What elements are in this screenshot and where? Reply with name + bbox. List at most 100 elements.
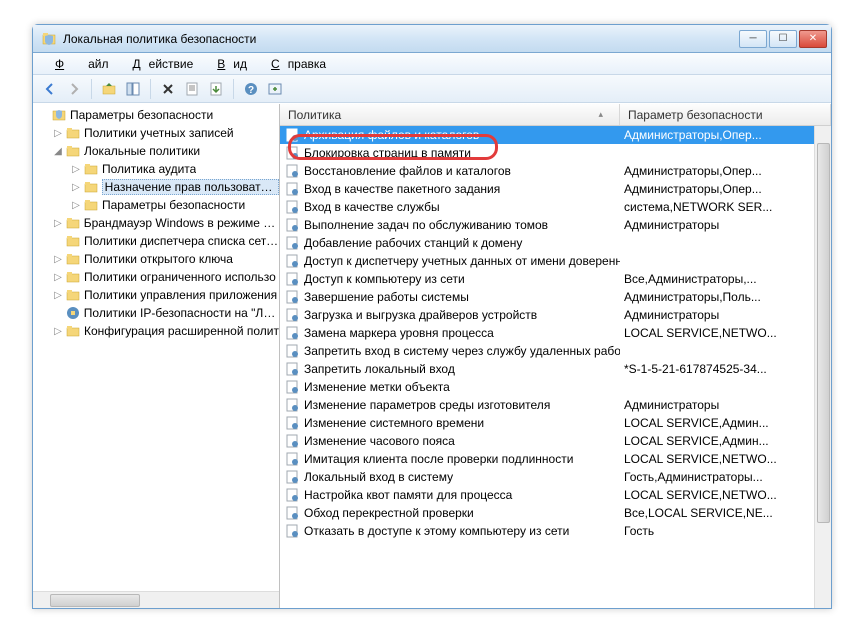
policy-row[interactable]: Восстановление файлов и каталоговАдминис… [280,162,831,180]
policy-row[interactable]: Изменение часового поясаLOCAL SERVICE,Ад… [280,432,831,450]
policy-row[interactable]: Замена маркера уровня процессаLOCAL SERV… [280,324,831,342]
folder-icon [65,251,81,267]
policy-name: Добавление рабочих станций к домену [304,236,522,250]
policy-value: Администраторы [620,398,831,412]
shield-icon [51,107,67,123]
column-policy[interactable]: Политика ▴ [280,104,620,125]
policy-row[interactable]: Доступ к компьютеру из сетиВсе,Администр… [280,270,831,288]
menu-help[interactable]: Справка [255,55,334,73]
policy-row[interactable]: Изменение метки объекта [280,378,831,396]
tree-item[interactable]: ▷Конфигурация расширенной полит [33,322,279,340]
policy-row[interactable]: Блокировка страниц в памяти [280,144,831,162]
tree-item[interactable]: ▷ Назначение прав пользователя [33,178,279,196]
policy-name: Блокировка страниц в памяти [304,146,471,160]
tree-item-label: Параметры безопасности [102,198,245,212]
properties-button[interactable] [181,78,203,100]
tree-item[interactable]: ▷Политики учетных записей [33,124,279,142]
policy-row[interactable]: Выполнение задач по обслуживанию томовАд… [280,216,831,234]
tree-item[interactable]: ▷ Политики открытого ключа [33,250,279,268]
delete-button[interactable] [157,78,179,100]
expander-icon[interactable]: ▷ [51,254,65,265]
toolbar: ? [33,75,831,103]
menu-action[interactable]: Действие [117,55,202,73]
list-vscrollbar[interactable] [814,126,831,608]
tree-hscrollbar[interactable] [33,591,279,608]
policy-row[interactable]: Запретить локальный вход*S-1-5-21-617874… [280,360,831,378]
policy-icon [284,199,300,215]
expander-icon[interactable]: ▷ [69,164,83,175]
tree-item[interactable]: ▷ Параметры безопасности [33,196,279,214]
minimize-button[interactable]: ─ [739,30,767,48]
maximize-button[interactable]: ☐ [769,30,797,48]
policy-icon [284,505,300,521]
tree-root[interactable]: Параметры безопасности [33,106,279,124]
tree[interactable]: Параметры безопасности ▷Политики учетных… [33,104,279,591]
policy-row[interactable]: Локальный вход в системуГость,Администра… [280,468,831,486]
tree-item-label: Политики открытого ключа [84,252,233,266]
policy-icon [284,379,300,395]
window-controls: ─ ☐ ✕ [739,30,827,48]
policy-row[interactable]: Вход в качестве пакетного заданияАдминис… [280,180,831,198]
policy-row[interactable]: Доступ к диспетчеру учетных данных от им… [280,252,831,270]
policy-name: Замена маркера уровня процесса [304,326,494,340]
tree-item[interactable]: ▷Политики управления приложения [33,286,279,304]
expander-icon[interactable]: ▷ [51,218,65,229]
menu-view[interactable]: Вид [201,55,255,73]
app-icon [41,31,57,47]
tree-item[interactable]: ▷Брандмауэр Windows в режиме пов [33,214,279,232]
policy-row[interactable]: Архивация файлов и каталоговАдминистрато… [280,126,831,144]
policy-icon [284,361,300,377]
policy-name: Вход в качестве службы [304,200,440,214]
policy-row[interactable]: Добавление рабочих станций к домену [280,234,831,252]
expander-icon[interactable]: ▷ [69,182,83,193]
tree-item[interactable]: ◢Локальные политики [33,142,279,160]
policy-row[interactable]: Загрузка и выгрузка драйверов устройствА… [280,306,831,324]
tree-item[interactable]: Политики IP-безопасности на "Лока [33,304,279,322]
list-body[interactable]: Архивация файлов и каталоговАдминистрато… [280,126,831,608]
policy-value: Администраторы [620,308,831,322]
content-area: Параметры безопасности ▷Политики учетных… [33,103,831,608]
policy-row[interactable]: Вход в качестве службысистема,NETWORK SE… [280,198,831,216]
policy-value: Гость [620,524,831,538]
back-button[interactable] [39,78,61,100]
show-hide-tree-button[interactable] [122,78,144,100]
policy-name: Имитация клиента после проверки подлинно… [304,452,573,466]
refresh-button[interactable] [264,78,286,100]
policy-name: Запретить локальный вход [304,362,455,376]
close-button[interactable]: ✕ [799,30,827,48]
policy-row[interactable]: Изменение параметров среды изготовителяА… [280,396,831,414]
tree-item[interactable]: Политики диспетчера списка сетей [33,232,279,250]
policy-row[interactable]: Имитация клиента после проверки подлинно… [280,450,831,468]
policy-row[interactable]: Настройка квот памяти для процессаLOCAL … [280,486,831,504]
policy-icon [284,469,300,485]
policy-value: Администраторы [620,218,831,232]
policy-row[interactable]: Запретить вход в систему через службу уд… [280,342,831,360]
help-button[interactable]: ? [240,78,262,100]
expander-icon[interactable]: ▷ [51,128,65,139]
policy-row[interactable]: Завершение работы системыАдминистраторы,… [280,288,831,306]
policy-row[interactable]: Изменение системного времениLOCAL SERVIC… [280,414,831,432]
policy-row[interactable]: Отказать в доступе к этому компьютеру из… [280,522,831,540]
titlebar[interactable]: Локальная политика безопасности ─ ☐ ✕ [33,25,831,53]
menu-file[interactable]: Файл [39,55,117,73]
policy-icon [284,307,300,323]
folder-icon [65,215,81,231]
tree-item-label: Политики IP-безопасности на "Лока [84,306,279,320]
folder-icon [83,197,99,213]
export-button[interactable] [205,78,227,100]
tree-item-label: Назначение прав пользователя [102,179,279,195]
expander-icon[interactable]: ▷ [51,290,65,301]
up-button[interactable] [98,78,120,100]
tree-item[interactable]: ▷Политики ограниченного использо [33,268,279,286]
expander-icon[interactable]: ▷ [51,326,65,337]
window-title: Локальная политика безопасности [63,32,739,46]
expander-icon[interactable]: ▷ [69,200,83,211]
column-security-setting[interactable]: Параметр безопасности [620,104,831,125]
policy-row[interactable]: Обход перекрестной проверкиВсе,LOCAL SER… [280,504,831,522]
policy-value: Администраторы,Поль... [620,290,831,304]
forward-button[interactable] [63,78,85,100]
expander-icon[interactable]: ◢ [51,146,65,157]
tree-item[interactable]: ▷Политика аудита [33,160,279,178]
policy-value: Администраторы,Опер... [620,164,831,178]
expander-icon[interactable]: ▷ [51,272,65,283]
